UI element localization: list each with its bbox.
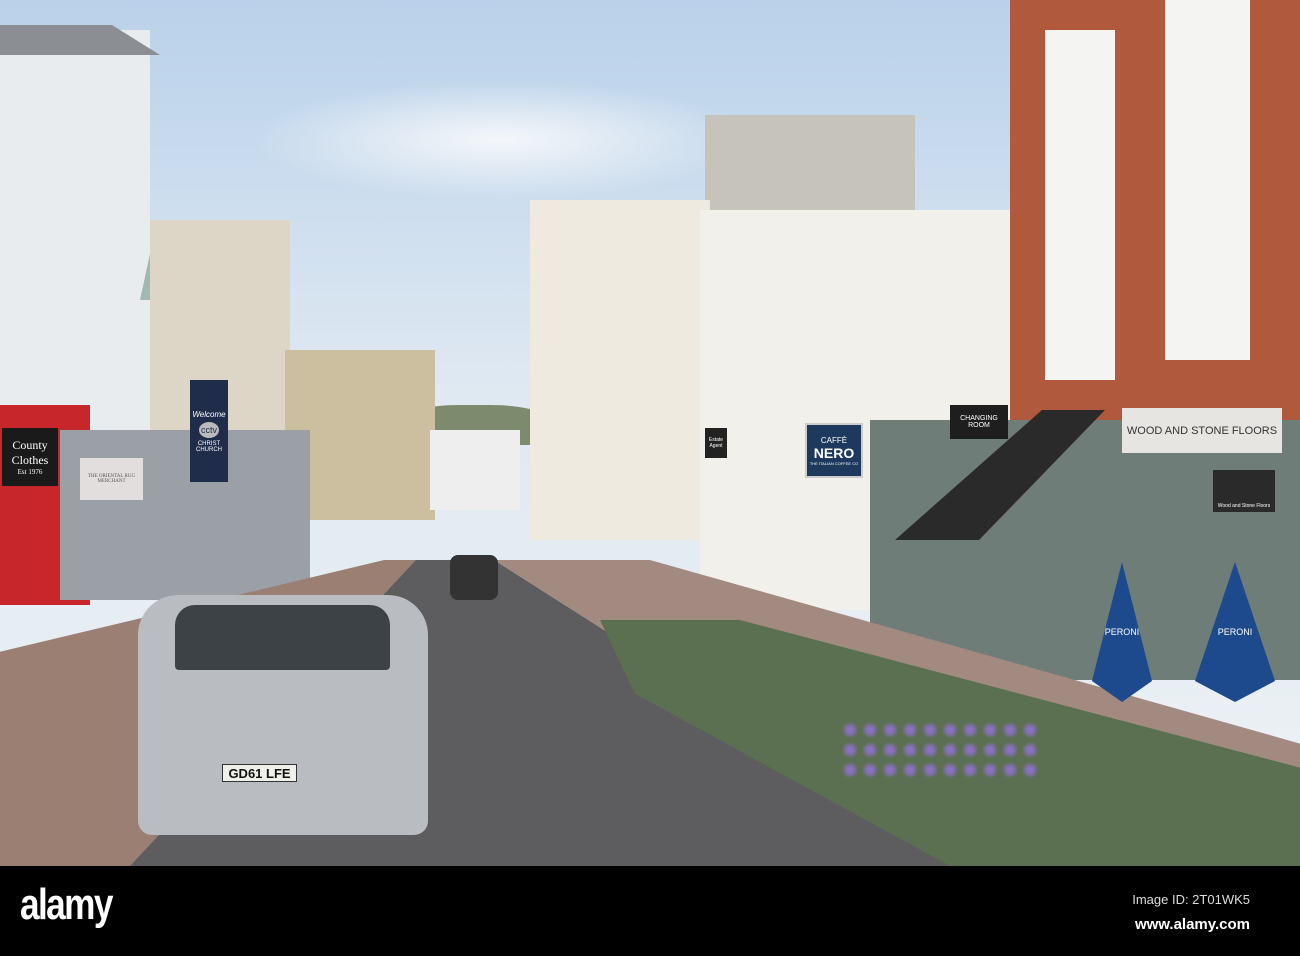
- car-windscreen: [175, 605, 390, 670]
- banner-line: Welcome: [192, 409, 226, 419]
- watermark-bar: alamy Image ID: 2T01WK5 www.alamy.com: [0, 866, 1300, 956]
- cloud: [250, 80, 750, 200]
- banner-line: cctv: [198, 421, 219, 438]
- caffe-nero-sign: CAFFÈ NERO THE ITALIAN COFFEE CO: [805, 423, 863, 478]
- bay-windows: [1165, 0, 1250, 360]
- sign-line: THE ITALIAN COFFEE CO: [809, 460, 859, 466]
- far-car: [450, 555, 498, 600]
- wood-stone-floors-sign: WOOD AND STONE FLOORS: [1122, 408, 1282, 453]
- site-url: www.alamy.com: [1134, 916, 1250, 933]
- sign-line: Est 1976: [17, 468, 43, 476]
- alamy-logo: alamy: [20, 880, 113, 929]
- banner-line: CHURCH: [196, 446, 222, 453]
- wood-stone-hanging-sign: Wood and Stone Floors: [1213, 470, 1275, 512]
- estate-agent-sign: Estate Agent: [705, 428, 727, 458]
- sign-line: NERO: [813, 444, 855, 461]
- christ-church-banner: Welcome cctv CHRIST CHURCH: [190, 380, 228, 482]
- far-white-building: [430, 430, 520, 510]
- license-plate: GD61 LFE: [222, 764, 297, 782]
- county-clothes-sign: County Clothes Est 1976: [2, 428, 58, 486]
- left-shops: [60, 430, 310, 600]
- right-far-buildings: [530, 200, 710, 540]
- left-white-building: [0, 30, 150, 430]
- sign-line: County: [12, 438, 48, 452]
- sign-line: Clothes: [11, 453, 49, 467]
- sign-line: CAFFÈ: [820, 435, 848, 445]
- street-photo: GD61 LFE County Clothes Est 1976 Welcome…: [0, 0, 1300, 866]
- image-id: Image ID: 2T01WK5: [1132, 892, 1250, 907]
- changing-room-sign: CHANGING ROOM: [950, 405, 1008, 439]
- bay-windows: [1045, 30, 1115, 380]
- flowers: [840, 720, 1040, 780]
- rug-merchant-sign: THE ORIENTAL RUG MERCHANT: [80, 458, 143, 500]
